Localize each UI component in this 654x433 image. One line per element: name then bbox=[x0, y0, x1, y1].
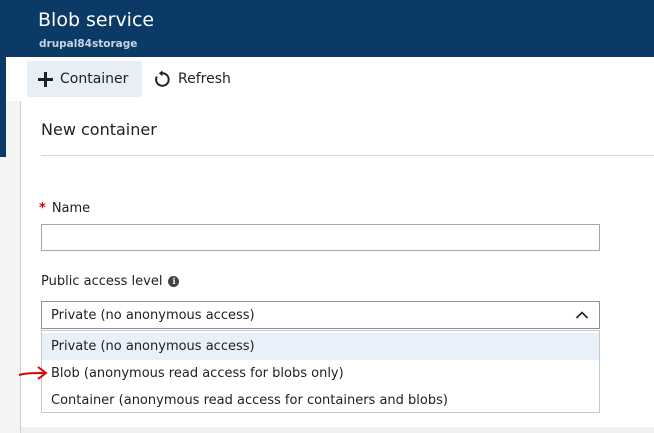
info-icon[interactable]: i bbox=[168, 276, 180, 287]
blade-title: Blob service bbox=[38, 9, 155, 31]
panel-bottom-edge bbox=[21, 427, 654, 433]
option-blob[interactable]: Blob (anonymous read access for blobs on… bbox=[42, 360, 599, 387]
red-arrow-icon bbox=[18, 364, 48, 386]
add-container-button[interactable]: Container bbox=[27, 61, 142, 97]
name-label-text: Name bbox=[51, 201, 91, 216]
panel-title: New container bbox=[41, 120, 157, 139]
add-container-label: Container bbox=[60, 71, 129, 87]
name-field-label: * Name bbox=[39, 201, 90, 216]
blade-subtitle: drupal84storage bbox=[39, 38, 138, 50]
access-level-selected-value: Private (no anonymous access) bbox=[51, 307, 255, 323]
background-blade-edge bbox=[0, 57, 6, 157]
access-level-select[interactable]: Private (no anonymous access) bbox=[41, 301, 600, 329]
option-private[interactable]: Private (no anonymous access) bbox=[42, 333, 599, 360]
blade-header: Blob service drupal84storage bbox=[0, 0, 654, 57]
access-level-options: Private (no anonymous access) Blob (anon… bbox=[41, 330, 600, 413]
chevron-up-icon bbox=[575, 309, 589, 325]
plus-icon bbox=[37, 71, 60, 88]
refresh-button[interactable]: Refresh bbox=[153, 61, 231, 97]
access-level-label-text: Public access level bbox=[41, 274, 163, 289]
container-name-input[interactable] bbox=[41, 224, 600, 251]
command-bar: Container Refresh bbox=[0, 57, 654, 101]
divider bbox=[41, 155, 654, 156]
refresh-label: Refresh bbox=[178, 71, 231, 87]
option-container[interactable]: Container (anonymous read access for con… bbox=[42, 387, 599, 414]
required-marker: * bbox=[39, 201, 46, 216]
access-level-label: Public access level i bbox=[41, 274, 180, 289]
refresh-icon bbox=[153, 70, 178, 89]
new-container-panel: New container * Name Public access level … bbox=[20, 101, 654, 433]
